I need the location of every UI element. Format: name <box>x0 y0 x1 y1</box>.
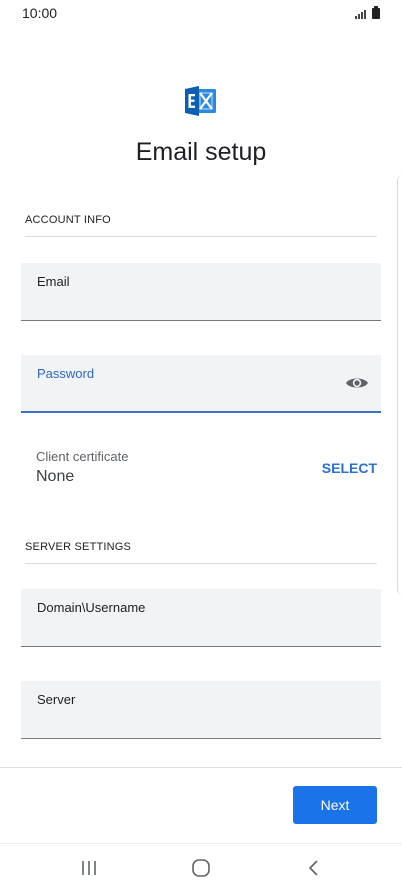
home-icon <box>192 859 210 877</box>
recents-icon <box>82 861 96 875</box>
back-button[interactable] <box>294 855 334 881</box>
domain-username-field[interactable]: Domain\Username <box>21 589 381 647</box>
email-field[interactable]: Email <box>21 263 381 321</box>
nav-divider <box>0 843 402 844</box>
status-icons <box>355 6 380 19</box>
back-icon <box>308 860 318 876</box>
server-field-label: Server <box>37 692 76 707</box>
recents-button[interactable] <box>69 855 109 881</box>
domain-username-field-label: Domain\Username <box>37 600 146 615</box>
exchange-logo-icon <box>185 86 216 116</box>
signal-icon <box>355 10 366 19</box>
status-bar: 10:00 <box>0 0 402 26</box>
client-certificate-label: Client certificate <box>36 449 129 464</box>
section-divider <box>25 236 377 237</box>
next-button[interactable]: Next <box>293 786 377 824</box>
select-certificate-button[interactable]: SELECT <box>322 460 377 476</box>
eye-icon[interactable] <box>345 375 369 391</box>
battery-icon <box>372 6 380 19</box>
section-header-account-info: ACCOUNT INFO <box>25 214 111 226</box>
status-time: 10:00 <box>22 5 58 21</box>
password-field[interactable]: Password <box>21 355 381 413</box>
client-certificate-value: None <box>36 468 75 485</box>
server-field[interactable]: Server <box>21 681 381 739</box>
section-divider <box>25 563 377 564</box>
footer-divider <box>0 767 402 768</box>
page-title: Email setup <box>135 138 267 166</box>
password-field-label: Password <box>37 366 95 381</box>
email-field-label: Email <box>37 274 70 289</box>
scroll-edge <box>397 175 402 595</box>
home-button[interactable] <box>181 855 221 881</box>
section-header-server-settings: SERVER SETTINGS <box>25 541 132 553</box>
